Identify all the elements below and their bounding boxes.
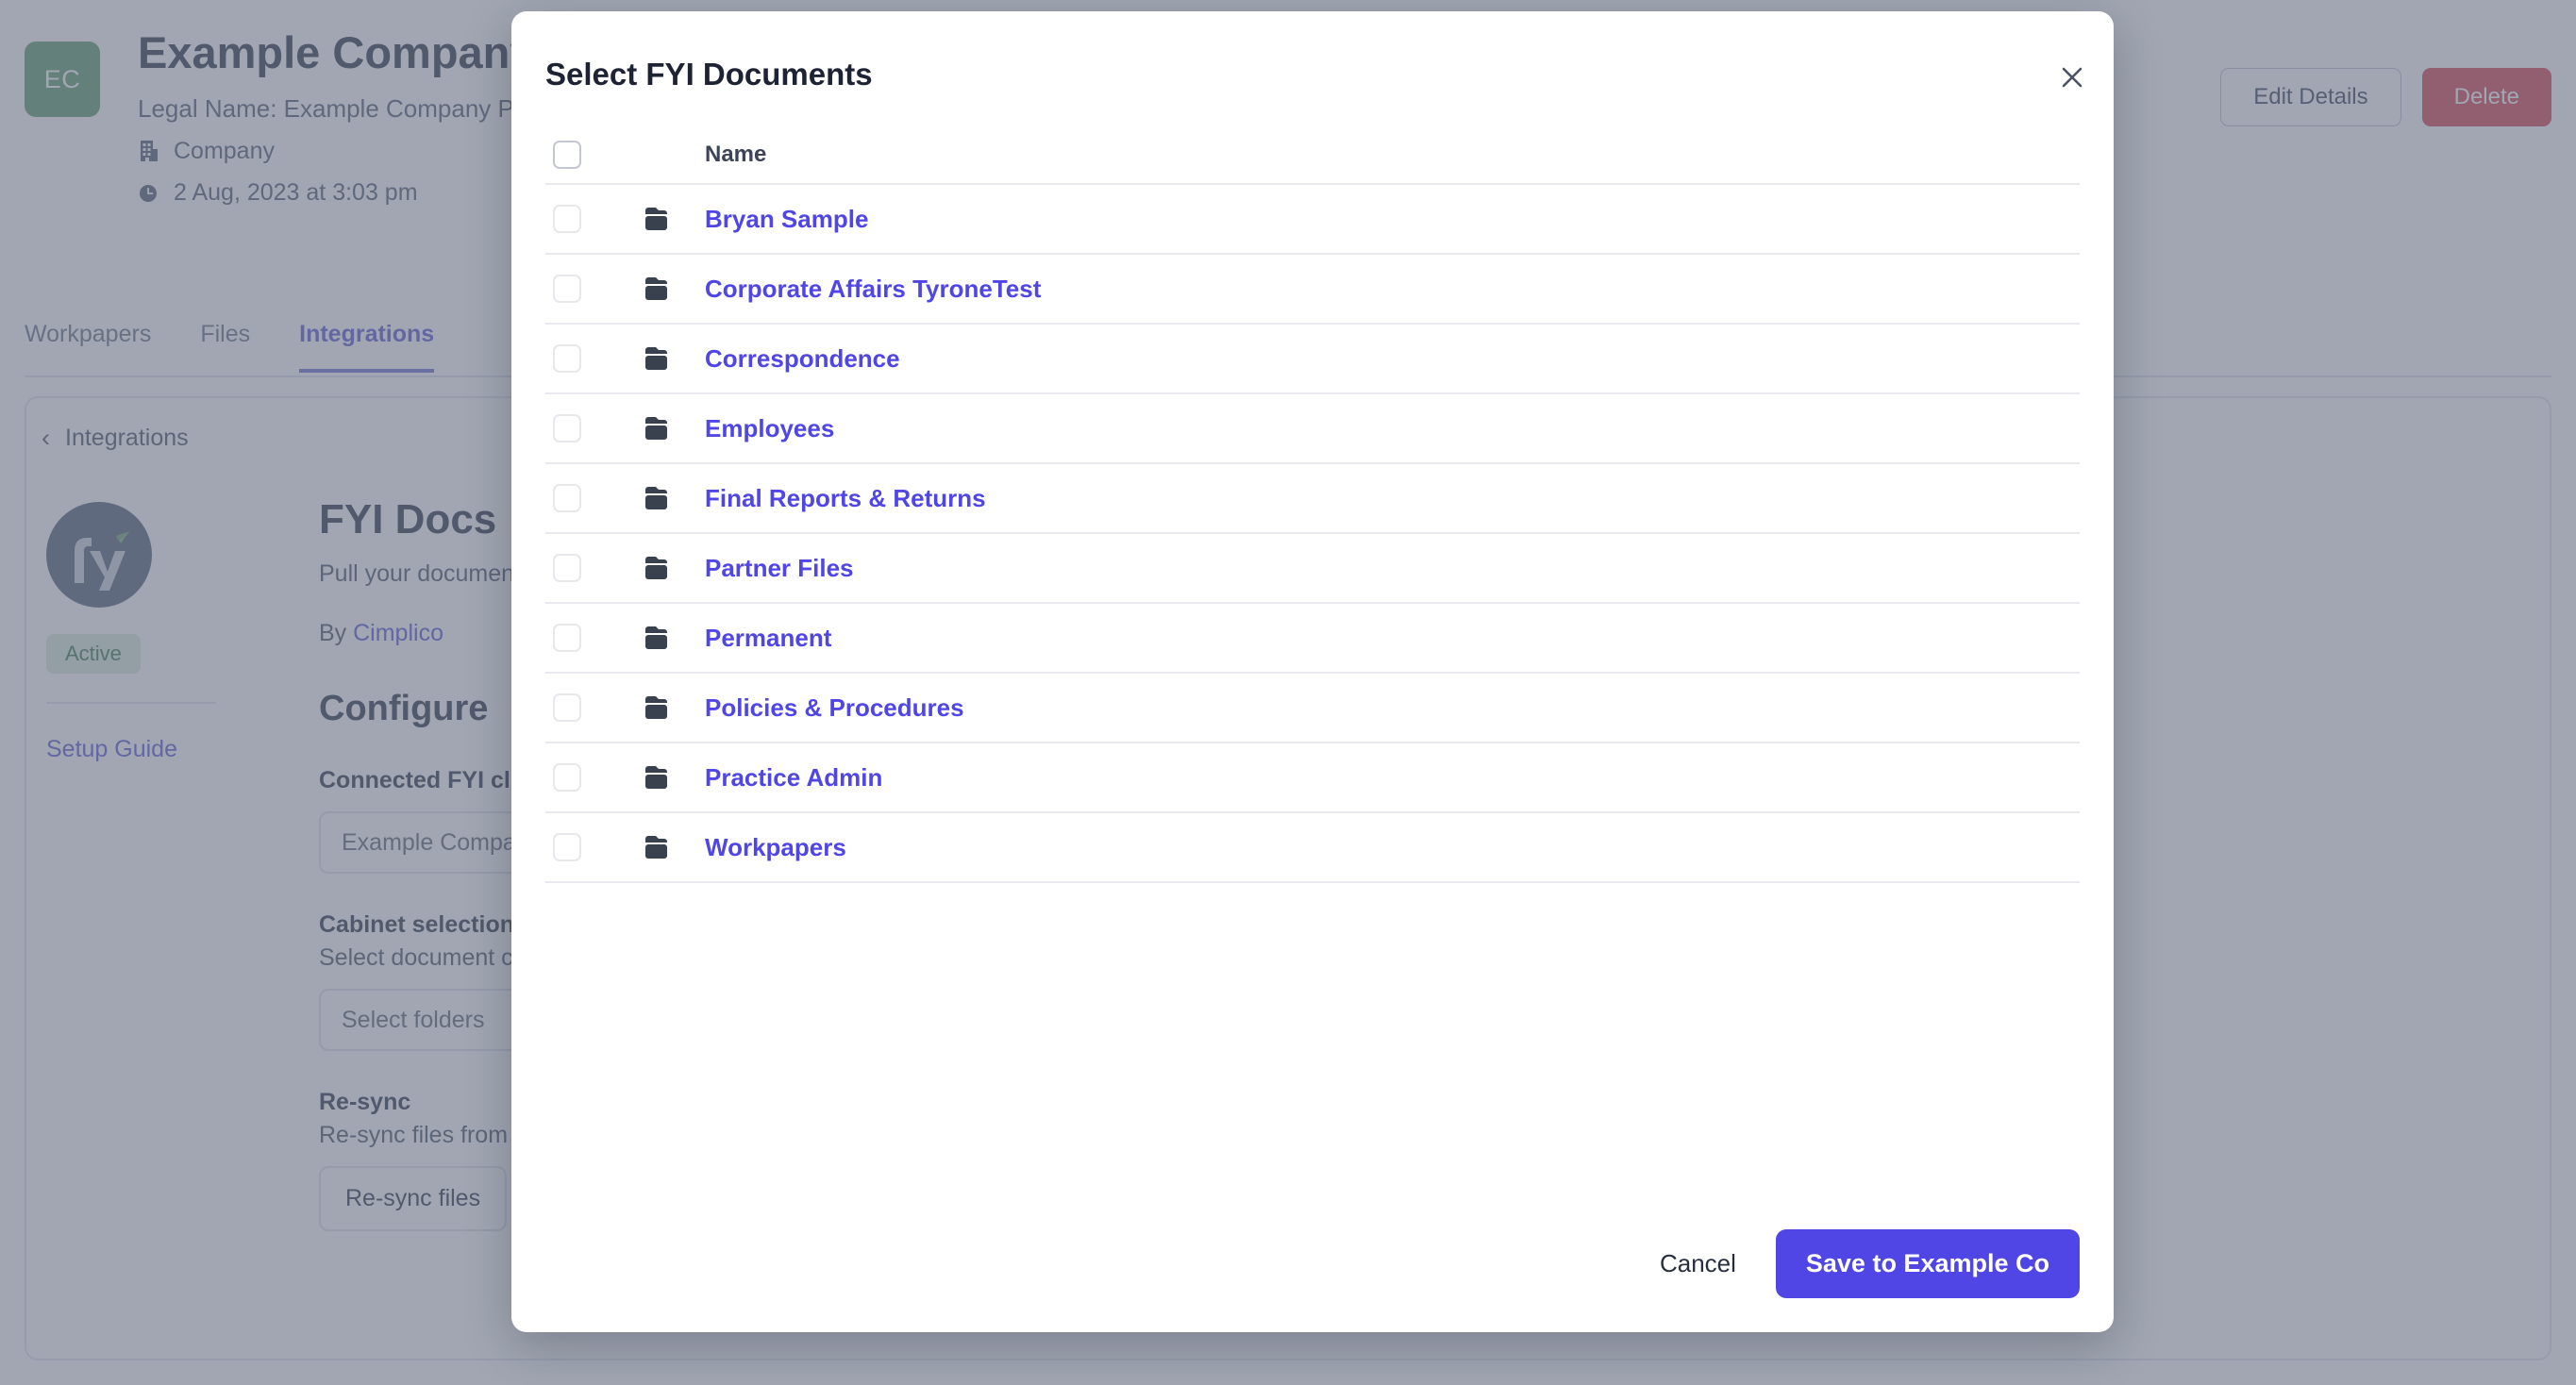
folder-icon	[644, 693, 705, 722]
cancel-button[interactable]: Cancel	[1648, 1236, 1748, 1292]
row-checkbox-cell	[545, 554, 644, 582]
select-all-cell	[545, 141, 644, 169]
document-name-link[interactable]: Practice Admin	[705, 763, 882, 793]
row-name-cell: Final Reports & Returns	[705, 484, 2080, 513]
row-checkbox-cell	[545, 275, 644, 303]
row-checkbox[interactable]	[553, 624, 581, 652]
save-button[interactable]: Save to Example Co	[1775, 1229, 2080, 1298]
row-checkbox-cell	[545, 205, 644, 233]
folder-icon	[644, 554, 705, 582]
row-checkbox[interactable]	[553, 275, 581, 303]
close-icon[interactable]	[2051, 57, 2093, 98]
row-checkbox[interactable]	[553, 833, 581, 861]
column-header-name: Name	[705, 142, 767, 167]
row-name-cell: Partner Files	[705, 554, 2080, 583]
row-name-cell: Permanent	[705, 624, 2080, 653]
document-name-link[interactable]: Corporate Affairs TyroneTest	[705, 275, 1041, 304]
row-name-cell: Bryan Sample	[705, 205, 2080, 234]
folder-icon	[644, 484, 705, 512]
row-checkbox[interactable]	[553, 763, 581, 792]
row-name-cell: Employees	[705, 414, 2080, 443]
folder-icon	[644, 763, 705, 792]
document-name-link[interactable]: Partner Files	[705, 554, 854, 583]
document-name-link[interactable]: Bryan Sample	[705, 205, 868, 234]
document-name-link[interactable]: Policies & Procedures	[705, 693, 964, 723]
row-checkbox[interactable]	[553, 484, 581, 512]
modal-footer: Cancel Save to Example Co	[1648, 1229, 2080, 1298]
row-name-cell: Correspondence	[705, 344, 2080, 374]
document-name-link[interactable]: Workpapers	[705, 833, 846, 862]
row-checkbox-cell	[545, 833, 644, 861]
row-checkbox[interactable]	[553, 205, 581, 233]
row-checkbox[interactable]	[553, 554, 581, 582]
document-name-link[interactable]: Permanent	[705, 624, 831, 653]
row-checkbox[interactable]	[553, 693, 581, 722]
table-row[interactable]: Policies & Procedures	[545, 674, 2080, 743]
modal-title: Select FYI Documents	[545, 57, 873, 92]
folder-icon	[644, 275, 705, 303]
folder-icon	[644, 205, 705, 233]
document-name-link[interactable]: Final Reports & Returns	[705, 484, 986, 513]
row-checkbox-cell	[545, 624, 644, 652]
table-row[interactable]: Partner Files	[545, 534, 2080, 604]
table-header-row: Name	[545, 126, 2080, 185]
folder-icon	[644, 414, 705, 442]
row-checkbox-cell	[545, 414, 644, 442]
row-checkbox-cell	[545, 693, 644, 722]
row-name-cell: Corporate Affairs TyroneTest	[705, 275, 2080, 304]
row-name-cell: Practice Admin	[705, 763, 2080, 793]
folder-icon	[644, 344, 705, 373]
table-row[interactable]: Workpapers	[545, 813, 2080, 883]
table-row[interactable]: Permanent	[545, 604, 2080, 674]
document-name-link[interactable]: Employees	[705, 414, 834, 443]
row-checkbox[interactable]	[553, 414, 581, 442]
row-checkbox-cell	[545, 763, 644, 792]
select-all-checkbox[interactable]	[553, 141, 581, 169]
documents-table: Name Bryan Sample Corporate Affairs Tyro…	[545, 126, 2080, 883]
row-name-cell: Workpapers	[705, 833, 2080, 862]
folder-icon	[644, 833, 705, 861]
table-row[interactable]: Bryan Sample	[545, 185, 2080, 255]
select-fyi-documents-modal: Select FYI Documents Name Bryan Sample C…	[511, 11, 2114, 1332]
row-checkbox[interactable]	[553, 344, 581, 373]
table-row[interactable]: Corporate Affairs TyroneTest	[545, 255, 2080, 325]
table-row[interactable]: Employees	[545, 394, 2080, 464]
folder-icon	[644, 624, 705, 652]
table-row[interactable]: Final Reports & Returns	[545, 464, 2080, 534]
document-name-link[interactable]: Correspondence	[705, 344, 900, 374]
row-checkbox-cell	[545, 484, 644, 512]
table-row[interactable]: Practice Admin	[545, 743, 2080, 813]
row-name-cell: Policies & Procedures	[705, 693, 2080, 723]
row-checkbox-cell	[545, 344, 644, 373]
table-row[interactable]: Correspondence	[545, 325, 2080, 394]
